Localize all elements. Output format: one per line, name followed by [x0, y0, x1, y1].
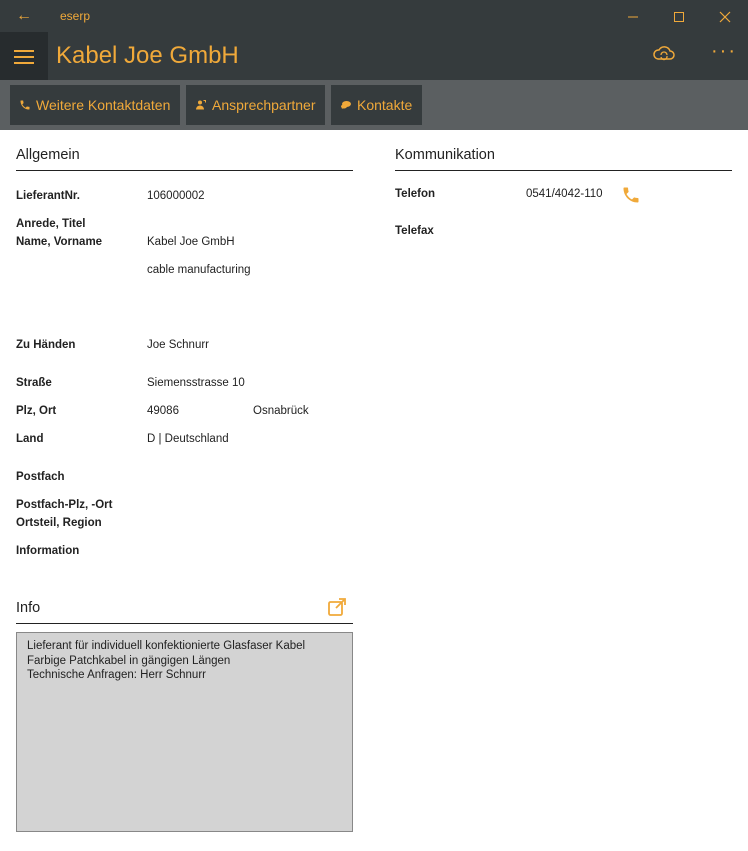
chat-icon [340, 86, 352, 126]
info-divider [16, 623, 353, 624]
info-textarea[interactable]: Lieferant für individuell konfektioniert… [16, 632, 353, 832]
page-title: Kabel Joe GmbH [56, 42, 239, 69]
close-button[interactable] [702, 0, 748, 32]
plzort-label: Plz, Ort [16, 405, 57, 417]
kontakte-label: Kontakte [357, 97, 413, 113]
ort-value: Osnabrück [253, 405, 309, 417]
minimize-button[interactable] [610, 0, 656, 32]
name-value: Kabel Joe GmbH [147, 236, 235, 248]
external-edit-icon [328, 598, 346, 616]
lieferant-label: LieferantNr. [16, 190, 80, 202]
window-titlebar: ← eserp [0, 0, 748, 32]
information-label: Information [16, 545, 80, 557]
kontakte-button[interactable]: Kontakte [331, 85, 422, 125]
telefon-label: Telefon [395, 188, 436, 200]
hamburger-icon-line [14, 56, 34, 58]
plz-value: 49086 [147, 405, 179, 417]
info-line: Technische Anfragen: Herr Schnurr [27, 669, 206, 681]
weitere-kontaktdaten-button[interactable]: Weitere Kontaktdaten [10, 85, 180, 125]
kommunikation-divider [395, 170, 732, 171]
info-line: Lieferant für individuell konfektioniert… [27, 640, 306, 652]
hamburger-icon [14, 50, 34, 52]
kommunikation-heading: Kommunikation [395, 147, 495, 163]
anrede-label: Anrede, Titel [16, 218, 86, 230]
contact-person-icon [195, 86, 207, 126]
lieferant-value: 106000002 [147, 190, 205, 202]
action-toolbar: Weitere Kontaktdaten Ansprechpartner Kon… [0, 80, 748, 130]
telefax-label: Telefax [395, 225, 434, 237]
postfach-label: Postfach [16, 471, 65, 483]
sync-button[interactable] [652, 44, 680, 68]
call-button[interactable] [621, 185, 641, 205]
minimize-icon [628, 16, 638, 18]
phone-icon [19, 86, 31, 126]
hamburger-icon-line [14, 62, 34, 64]
name-value-2: cable manufacturing [147, 264, 251, 276]
postfachplz-label: Postfach-Plz, -Ort [16, 499, 113, 511]
back-button[interactable]: ← [10, 4, 38, 28]
maximize-icon [674, 12, 684, 23]
telefon-value: 0541/4042-110 [526, 188, 603, 200]
maximize-button[interactable] [656, 0, 702, 32]
ansprechpartner-button[interactable]: Ansprechpartner [186, 85, 325, 125]
menu-button[interactable] [0, 32, 48, 80]
app-title: eserp [60, 9, 91, 23]
cloud-sync-icon [653, 46, 675, 61]
ansprechpartner-label: Ansprechpartner [212, 97, 316, 113]
name-label: Name, Vorname [16, 236, 103, 248]
info-edit-button[interactable] [327, 597, 347, 617]
arrow-left-icon: ← [16, 7, 32, 24]
phone-icon [623, 187, 639, 203]
zuhaenden-label: Zu Händen [16, 339, 76, 351]
zuhaenden-value: Joe Schnurr [147, 339, 210, 351]
close-icon [719, 11, 731, 23]
app-header: Kabel Joe GmbH ··· [0, 32, 748, 80]
ortsteil-label: Ortsteil, Region [16, 517, 102, 529]
strasse-label: Straße [16, 377, 52, 389]
strasse-value: Siemensstrasse 10 [147, 377, 245, 389]
allgemein-divider [16, 170, 353, 171]
info-line: Farbige Patchkabel in gängigen Längen [27, 654, 231, 667]
land-label: Land [16, 433, 44, 445]
weitere-kontaktdaten-label: Weitere Kontaktdaten [36, 97, 171, 113]
allgemein-heading: Allgemein [16, 147, 80, 163]
more-button[interactable]: ··· [700, 40, 748, 68]
land-value: D | Deutschland [147, 433, 229, 445]
info-heading: Info [16, 600, 41, 616]
